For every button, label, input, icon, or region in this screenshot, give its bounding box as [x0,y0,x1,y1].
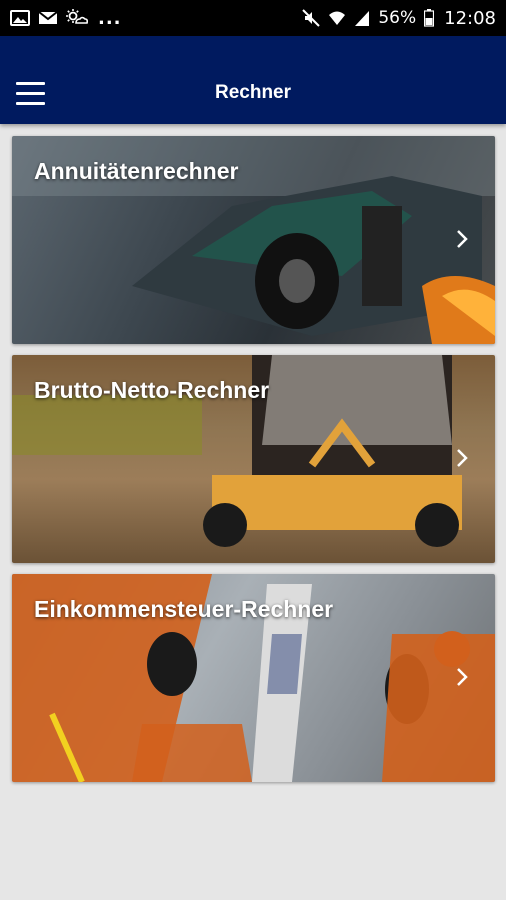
status-bar-right: 56% 12:08 [302,8,496,29]
mute-icon [302,9,321,27]
app-bar: Rechner [0,36,506,124]
wifi-icon [328,9,346,27]
card-title: Brutto-Netto-Rechner [34,377,270,403]
chevron-right-icon [457,230,468,248]
card-annuitaetenrechner[interactable]: Annuitätenrechner [12,136,495,344]
clock: 12:08 [444,7,496,29]
status-bar-left: ... [10,8,122,29]
page-title: Rechner [214,82,292,103]
status-bar: ... 56% 12:08 [0,0,506,36]
image-icon [10,9,30,27]
chevron-right-icon [457,449,468,467]
chevron-right-icon [457,668,468,686]
mail-icon [38,9,58,27]
card-title: Einkommensteuer-Rechner [34,596,334,622]
card-title: Annuitätenrechner [34,158,239,184]
signal-icon [354,9,370,27]
card-brutto-netto-rechner[interactable]: Brutto-Netto-Rechner [12,355,495,563]
card-einkommensteuer-rechner[interactable]: Einkommensteuer-Rechner [12,574,495,782]
battery-percent: 56% [378,8,417,28]
notification-overflow: ... [98,7,122,29]
battery-icon [424,9,435,27]
weather-icon [66,9,88,27]
